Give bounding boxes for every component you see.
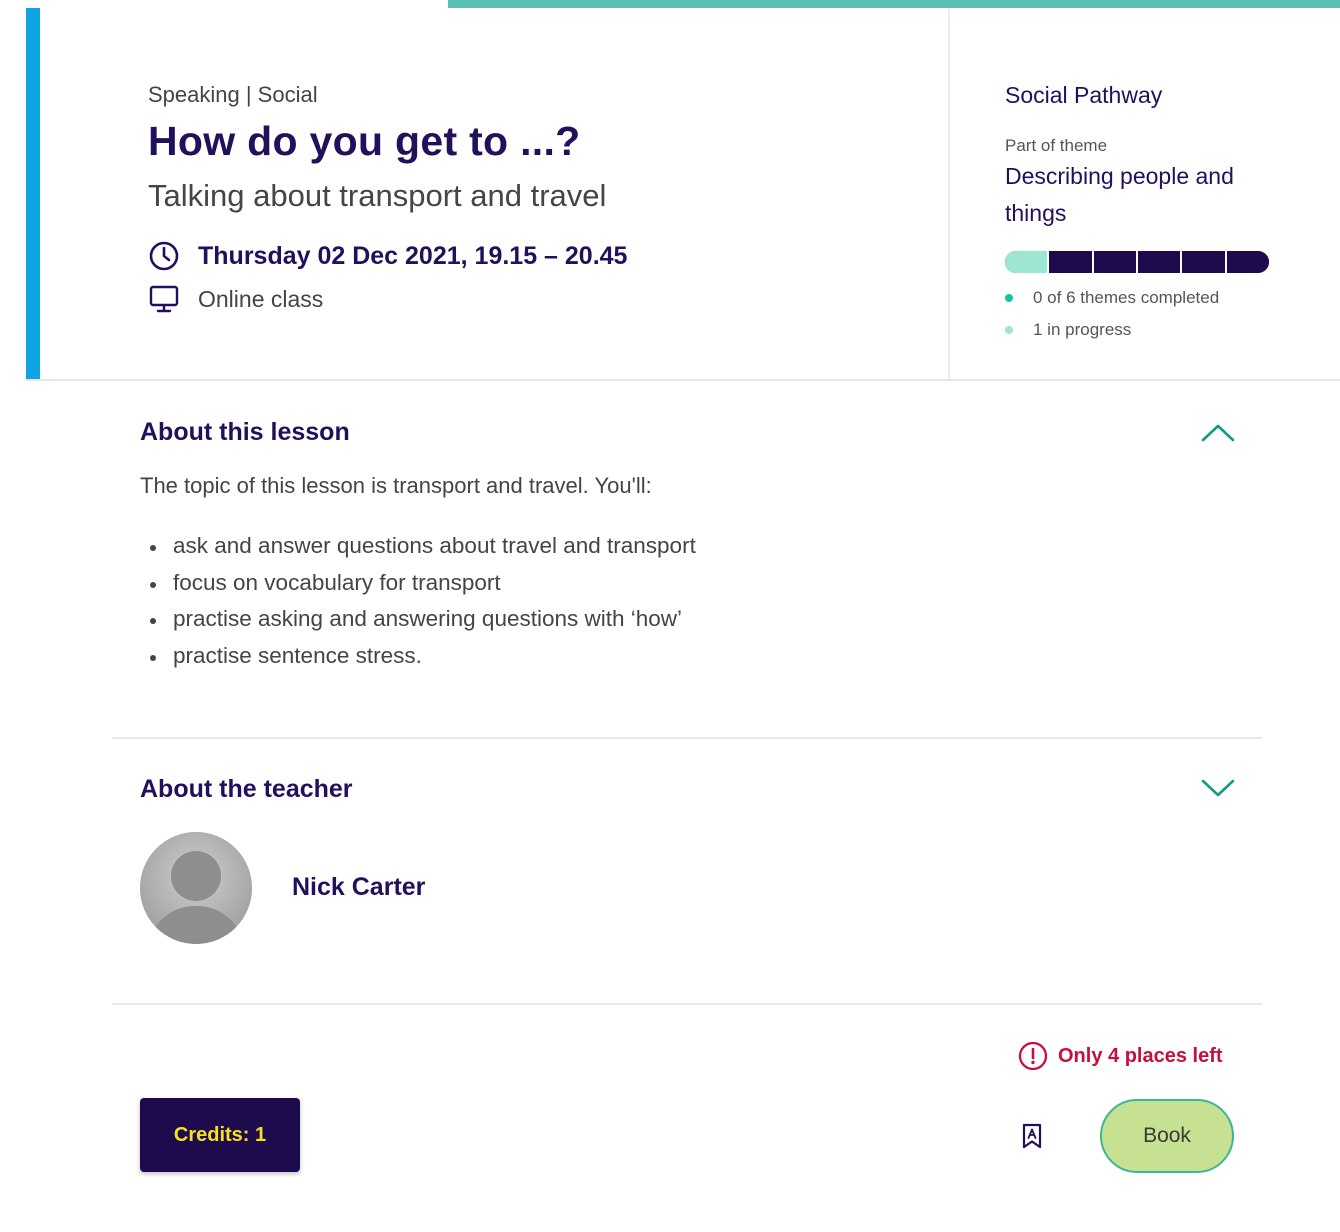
section-divider xyxy=(112,1003,1262,1005)
completed-dot-icon xyxy=(1005,294,1013,302)
bookmark-button[interactable] xyxy=(1020,1122,1044,1150)
list-item: ask and answer questions about travel an… xyxy=(140,533,696,570)
collapse-about-lesson-button[interactable] xyxy=(1198,419,1238,447)
legend-completed: 0 of 6 themes completed xyxy=(1005,288,1219,308)
list-item: practise sentence stress. xyxy=(140,643,696,680)
avatar-placeholder-icon xyxy=(140,832,252,944)
lesson-datetime: Thursday 02 Dec 2021, 19.15 – 20.45 xyxy=(198,241,628,270)
legend-in-progress: 1 in progress xyxy=(1005,320,1131,340)
about-lesson-intro: The topic of this lesson is transport an… xyxy=(140,473,652,498)
lesson-subtitle: Talking about transport and travel xyxy=(148,178,607,213)
lesson-mode: Online class xyxy=(198,285,324,312)
lesson-card: Speaking | Social How do you get to ...?… xyxy=(26,8,1340,1232)
theme-progress-bar xyxy=(1005,251,1269,273)
legend-completed-text: 0 of 6 themes completed xyxy=(1033,288,1220,307)
alert-icon xyxy=(1018,1041,1048,1071)
legend-in-progress-text: 1 in progress xyxy=(1033,320,1132,339)
lesson-mode-row: Online class xyxy=(148,283,323,315)
lesson-category: Speaking | Social xyxy=(148,82,318,107)
book-button[interactable]: Book xyxy=(1100,1099,1234,1173)
teacher-name: Nick Carter xyxy=(292,873,426,901)
pathway-name: Social Pathway xyxy=(1005,82,1163,108)
progress-segment xyxy=(1047,251,1092,273)
lesson-header: Speaking | Social How do you get to ...?… xyxy=(26,8,1340,381)
progress-segment-in-progress xyxy=(1005,251,1048,273)
list-item: practise asking and answering questions … xyxy=(140,606,696,643)
teacher-avatar xyxy=(140,832,252,944)
about-lesson-heading: About this lesson xyxy=(140,418,350,446)
expand-about-teacher-button[interactable] xyxy=(1198,774,1238,802)
progress-segment xyxy=(1135,251,1181,273)
list-item: focus on vocabulary for transport xyxy=(140,570,696,607)
theme-name: Describing people and things xyxy=(1005,163,1234,226)
progress-segment xyxy=(1180,251,1225,273)
page-gutter xyxy=(0,0,26,1232)
monitor-icon xyxy=(148,283,180,315)
section-divider xyxy=(112,737,1262,739)
credits-badge: Credits: 1 xyxy=(140,1098,300,1172)
about-teacher-heading: About the teacher xyxy=(140,775,353,803)
progress-segment xyxy=(1091,251,1136,273)
clock-icon xyxy=(148,240,180,272)
chevron-up-icon xyxy=(1201,424,1235,442)
about-lesson-list: ask and answer questions about travel an… xyxy=(140,533,696,679)
places-left-text: Only 4 places left xyxy=(1058,1044,1223,1067)
theme-label: Part of theme xyxy=(1005,136,1108,155)
places-left-warning: Only 4 places left xyxy=(1018,1041,1223,1071)
bookmark-icon xyxy=(1022,1123,1042,1149)
chevron-down-icon xyxy=(1201,779,1235,797)
in-progress-dot-icon xyxy=(1005,326,1013,334)
header-divider xyxy=(948,8,950,379)
accent-bar xyxy=(26,8,40,379)
top-progress-strip xyxy=(448,0,1340,8)
lesson-title: How do you get to ...? xyxy=(148,118,581,164)
lesson-datetime-row: Thursday 02 Dec 2021, 19.15 – 20.45 xyxy=(148,240,627,272)
progress-segment xyxy=(1224,251,1269,273)
